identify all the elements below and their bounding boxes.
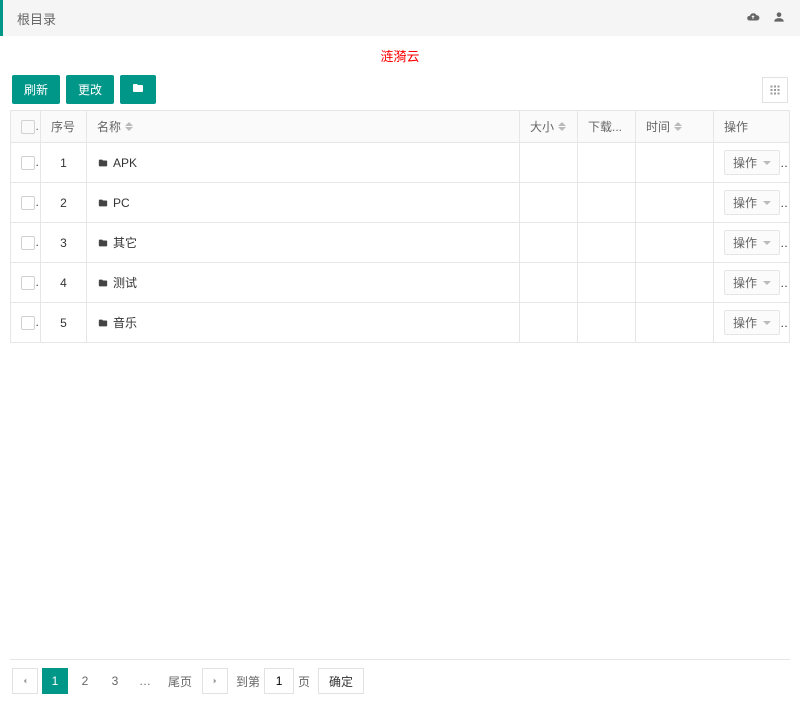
table-row: 3 其它 操作: [11, 223, 790, 263]
row-name-link[interactable]: 音乐: [113, 316, 137, 330]
chevron-down-icon: [763, 201, 771, 205]
row-size: [520, 183, 578, 223]
page-number[interactable]: 2: [72, 668, 98, 694]
folder-icon: [97, 156, 113, 170]
col-operation: 操作: [714, 111, 790, 143]
row-checkbox[interactable]: [21, 236, 35, 250]
row-op-cell: 操作: [714, 143, 790, 183]
prev-page-button[interactable]: [12, 668, 38, 694]
chevron-down-icon: [763, 161, 771, 165]
folder-icon: [97, 316, 113, 330]
breadcrumb-panel: 根目录: [0, 0, 800, 36]
modify-button[interactable]: 更改: [66, 75, 114, 104]
col-download[interactable]: 下载...: [578, 111, 636, 143]
folder-icon: [97, 236, 113, 250]
new-folder-button[interactable]: [120, 75, 156, 104]
row-seq: 1: [41, 143, 87, 183]
next-page-button[interactable]: [202, 668, 228, 694]
toolbar: 刷新 更改: [0, 75, 800, 104]
row-operation-button[interactable]: 操作: [724, 270, 780, 295]
table-row: 1 APK 操作: [11, 143, 790, 183]
user-icon[interactable]: [772, 10, 786, 27]
row-op-cell: 操作: [714, 183, 790, 223]
row-size: [520, 143, 578, 183]
row-time: [636, 143, 714, 183]
refresh-button[interactable]: 刷新: [12, 75, 60, 104]
row-name-cell: APK: [87, 143, 520, 183]
row-operation-button[interactable]: 操作: [724, 230, 780, 255]
row-op-cell: 操作: [714, 223, 790, 263]
row-seq: 3: [41, 223, 87, 263]
chevron-down-icon: [763, 281, 771, 285]
table-header-row: 序号 名称 大小 下载... 时间 操作: [11, 111, 790, 143]
row-name-link[interactable]: 测试: [113, 276, 137, 290]
sort-icon[interactable]: [674, 122, 682, 131]
row-checkbox[interactable]: [21, 156, 35, 170]
row-download: [578, 223, 636, 263]
row-name-cell: PC: [87, 183, 520, 223]
row-size: [520, 263, 578, 303]
row-name-cell: 音乐: [87, 303, 520, 343]
page-ellipsis: …: [132, 668, 158, 694]
row-checkbox[interactable]: [21, 316, 35, 330]
row-download: [578, 263, 636, 303]
page-number[interactable]: 1: [42, 668, 68, 694]
row-time: [636, 263, 714, 303]
select-all-checkbox[interactable]: [21, 120, 35, 134]
row-name-link[interactable]: 其它: [113, 236, 137, 250]
pagination: 1 2 3 … 尾页 到第 页 确定: [0, 660, 800, 702]
table-row: 5 音乐 操作: [11, 303, 790, 343]
row-seq: 4: [41, 263, 87, 303]
row-name-cell: 测试: [87, 263, 520, 303]
row-seq: 2: [41, 183, 87, 223]
row-time: [636, 183, 714, 223]
last-page-button[interactable]: 尾页: [162, 668, 198, 694]
row-operation-button[interactable]: 操作: [724, 150, 780, 175]
upload-icon[interactable]: [746, 10, 760, 27]
folder-icon: [97, 276, 113, 290]
row-operation-button[interactable]: 操作: [724, 310, 780, 335]
row-size: [520, 303, 578, 343]
sort-icon[interactable]: [558, 122, 566, 131]
col-seq: 序号: [41, 111, 87, 143]
row-size: [520, 223, 578, 263]
row-name-link[interactable]: APK: [113, 156, 137, 170]
row-download: [578, 303, 636, 343]
breadcrumb-root[interactable]: 根目录: [17, 9, 56, 28]
row-checkbox[interactable]: [21, 196, 35, 210]
page-number[interactable]: 3: [102, 668, 128, 694]
goto-label: 到第: [236, 673, 260, 690]
row-download: [578, 183, 636, 223]
folder-icon: [132, 82, 144, 97]
goto-suffix: 页: [298, 673, 310, 690]
row-operation-button[interactable]: 操作: [724, 190, 780, 215]
col-size[interactable]: 大小: [520, 111, 578, 143]
sort-icon[interactable]: [125, 122, 133, 131]
col-time[interactable]: 时间: [636, 111, 714, 143]
chevron-down-icon: [763, 241, 771, 245]
column-settings-button[interactable]: [762, 77, 788, 103]
row-download: [578, 143, 636, 183]
row-name-link[interactable]: PC: [113, 196, 130, 210]
row-time: [636, 223, 714, 263]
row-op-cell: 操作: [714, 263, 790, 303]
row-name-cell: 其它: [87, 223, 520, 263]
file-table: 序号 名称 大小 下载... 时间 操作 1APK操作2PC操作3其它操作4测试…: [10, 110, 790, 343]
table-row: 2 PC 操作: [11, 183, 790, 223]
row-checkbox[interactable]: [21, 276, 35, 290]
row-seq: 5: [41, 303, 87, 343]
row-time: [636, 303, 714, 343]
folder-icon: [97, 196, 113, 210]
brand-title: 涟漪云: [0, 36, 800, 75]
goto-confirm-button[interactable]: 确定: [318, 668, 364, 694]
table-row: 4 测试 操作: [11, 263, 790, 303]
row-op-cell: 操作: [714, 303, 790, 343]
chevron-down-icon: [763, 321, 771, 325]
goto-page-input[interactable]: [264, 668, 294, 694]
col-name[interactable]: 名称: [87, 111, 520, 143]
